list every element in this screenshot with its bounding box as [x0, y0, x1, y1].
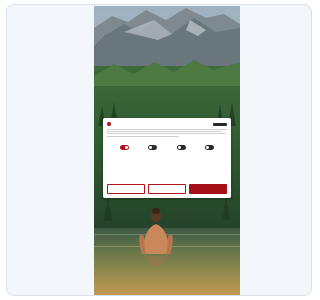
toggle-switch-statistics[interactable] — [176, 145, 186, 150]
toggle-switch-preferences[interactable] — [148, 145, 158, 150]
brand-dot-icon — [107, 122, 111, 126]
preview-card — [6, 4, 312, 296]
toggle-statistics — [168, 141, 194, 150]
toggle-switch-necessary[interactable] — [119, 145, 129, 150]
settings-button[interactable] — [148, 184, 186, 194]
dialog-body-text — [107, 129, 227, 137]
toggle-switch-marketing[interactable] — [205, 145, 215, 150]
toggle-necessary — [111, 141, 137, 150]
phone-screenshot — [94, 6, 240, 295]
reject-button[interactable] — [107, 184, 145, 194]
status-bar — [94, 6, 240, 14]
dialog-header — [107, 121, 227, 127]
text-line — [107, 129, 227, 130]
text-line — [107, 131, 223, 133]
cookie-consent-dialog — [103, 118, 231, 198]
text-line — [107, 135, 179, 137]
toggle-preferences — [140, 141, 166, 150]
consent-toggles — [107, 141, 227, 150]
text-line — [107, 133, 225, 135]
dialog-buttons — [107, 184, 227, 194]
toggle-marketing — [197, 141, 223, 150]
site-logo-icon — [213, 122, 227, 126]
accept-all-button[interactable] — [189, 184, 227, 194]
